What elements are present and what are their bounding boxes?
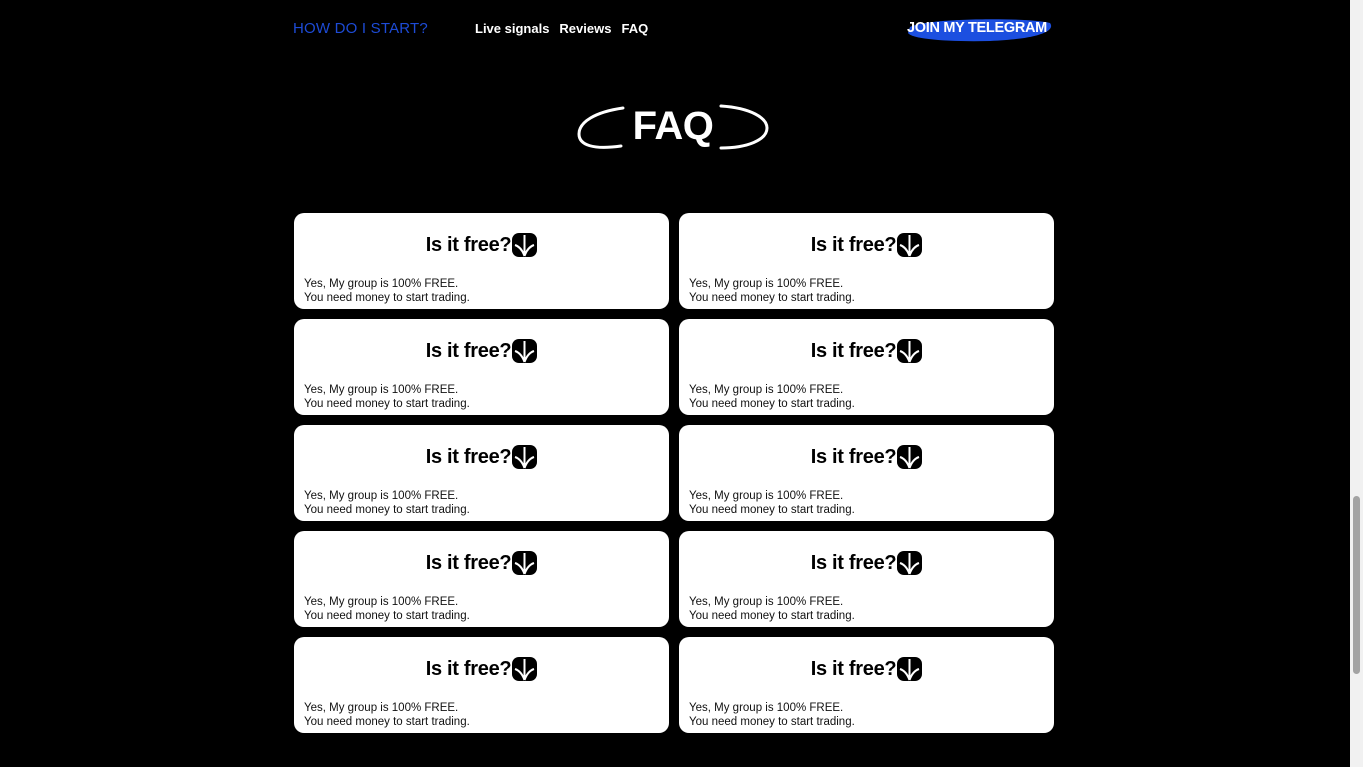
faq-question-text: Is it free? <box>425 339 512 362</box>
faq-answer-line: Yes, My group is 100% FREE. <box>304 384 459 396</box>
faq-answer-line: Yes, My group is 100% FREE. <box>689 278 844 290</box>
faq-card[interactable]: Is it free? Yes, My group is 100% FREE. … <box>294 213 669 309</box>
faq-answer-line: Yes, My group is 100% FREE. <box>304 702 459 714</box>
faq-question-text: Is it free? <box>810 657 897 680</box>
faq-question-text: Is it free? <box>810 445 897 468</box>
faq-answer-line: Yes, My group is 100% FREE. <box>304 278 459 290</box>
faq-answer: Yes, My group is 100% FREE. You need mon… <box>689 383 855 411</box>
arrow-down-icon <box>897 657 923 681</box>
faq-card[interactable]: Is it free? Yes, My group is 100% FREE. … <box>294 425 669 521</box>
page-scrollbar[interactable] <box>1350 0 1363 767</box>
faq-card[interactable]: Is it free? Yes, My group is 100% FREE. … <box>294 531 669 627</box>
faq-question-text: Is it free? <box>810 339 897 362</box>
faq-question: Is it free? <box>294 657 669 681</box>
faq-heading: FAQ <box>575 100 771 156</box>
faq-question: Is it free? <box>679 445 1054 469</box>
faq-card[interactable]: Is it free? Yes, My group is 100% FREE. … <box>294 319 669 415</box>
faq-question: Is it free? <box>294 233 669 257</box>
arrow-down-icon <box>512 233 538 257</box>
arrow-down-icon <box>512 551 538 575</box>
faq-answer-line: Yes, My group is 100% FREE. <box>689 702 844 714</box>
faq-answer-line: You need money to start trading. <box>689 398 855 410</box>
faq-question: Is it free? <box>294 339 669 363</box>
arrow-down-icon <box>897 339 923 363</box>
nav-live-signals[interactable]: Live signals <box>475 21 549 36</box>
faq-question: Is it free? <box>294 551 669 575</box>
how-do-i-start-link[interactable]: HOW DO I START? <box>293 20 428 37</box>
faq-question: Is it free? <box>294 445 669 469</box>
faq-grid: Is it free? Yes, My group is 100% FREE. … <box>294 213 1054 733</box>
main-nav: Live signals Reviews FAQ <box>475 21 648 36</box>
faq-card[interactable]: Is it free? Yes, My group is 100% FREE. … <box>679 319 1054 415</box>
nav-reviews[interactable]: Reviews <box>559 21 611 36</box>
faq-answer: Yes, My group is 100% FREE. You need mon… <box>689 595 855 623</box>
faq-title: FAQ <box>632 104 714 148</box>
faq-answer-line: Yes, My group is 100% FREE. <box>304 596 459 608</box>
site-header: HOW DO I START? Live signals Reviews FAQ… <box>0 0 1350 60</box>
join-telegram-button[interactable]: JOIN MY TELEGRAM <box>906 17 1054 42</box>
faq-card[interactable]: Is it free? Yes, My group is 100% FREE. … <box>679 531 1054 627</box>
faq-answer-line: You need money to start trading. <box>689 292 855 304</box>
faq-answer-line: You need money to start trading. <box>304 716 470 728</box>
faq-answer-line: You need money to start trading. <box>304 504 470 516</box>
arrow-down-icon <box>512 657 538 681</box>
faq-answer: Yes, My group is 100% FREE. You need mon… <box>689 277 855 305</box>
faq-answer: Yes, My group is 100% FREE. You need mon… <box>304 489 470 517</box>
arrow-down-icon <box>897 445 923 469</box>
faq-answer: Yes, My group is 100% FREE. You need mon… <box>304 383 470 411</box>
faq-answer: Yes, My group is 100% FREE. You need mon… <box>689 489 855 517</box>
arrow-down-icon <box>512 339 538 363</box>
faq-answer-line: You need money to start trading. <box>689 610 855 622</box>
faq-answer-line: You need money to start trading. <box>304 610 470 622</box>
faq-card[interactable]: Is it free? Yes, My group is 100% FREE. … <box>679 637 1054 733</box>
join-telegram-label: JOIN MY TELEGRAM <box>907 20 1047 36</box>
faq-answer-line: Yes, My group is 100% FREE. <box>689 596 844 608</box>
nav-faq[interactable]: FAQ <box>621 21 648 36</box>
scrollbar-thumb[interactable] <box>1353 496 1360 674</box>
faq-answer: Yes, My group is 100% FREE. You need mon… <box>304 595 470 623</box>
arrow-down-icon <box>897 233 923 257</box>
faq-question-text: Is it free? <box>425 551 512 574</box>
faq-card[interactable]: Is it free? Yes, My group is 100% FREE. … <box>294 637 669 733</box>
arrow-down-icon <box>897 551 923 575</box>
faq-answer: Yes, My group is 100% FREE. You need mon… <box>304 701 470 729</box>
faq-question-text: Is it free? <box>810 551 897 574</box>
faq-question: Is it free? <box>679 551 1054 575</box>
faq-answer-line: You need money to start trading. <box>689 716 855 728</box>
faq-question: Is it free? <box>679 657 1054 681</box>
faq-answer-line: Yes, My group is 100% FREE. <box>689 384 844 396</box>
faq-question-text: Is it free? <box>425 233 512 256</box>
faq-question-text: Is it free? <box>425 445 512 468</box>
faq-question: Is it free? <box>679 233 1054 257</box>
faq-question: Is it free? <box>679 339 1054 363</box>
faq-question-text: Is it free? <box>425 657 512 680</box>
faq-answer-line: Yes, My group is 100% FREE. <box>689 490 844 502</box>
faq-question-text: Is it free? <box>810 233 897 256</box>
arrow-down-icon <box>512 445 538 469</box>
faq-card[interactable]: Is it free? Yes, My group is 100% FREE. … <box>679 213 1054 309</box>
faq-answer-line: You need money to start trading. <box>304 292 470 304</box>
faq-answer-line: Yes, My group is 100% FREE. <box>304 490 459 502</box>
faq-card[interactable]: Is it free? Yes, My group is 100% FREE. … <box>679 425 1054 521</box>
faq-answer: Yes, My group is 100% FREE. You need mon… <box>689 701 855 729</box>
faq-answer: Yes, My group is 100% FREE. You need mon… <box>304 277 470 305</box>
faq-answer-line: You need money to start trading. <box>304 398 470 410</box>
faq-answer-line: You need money to start trading. <box>689 504 855 516</box>
